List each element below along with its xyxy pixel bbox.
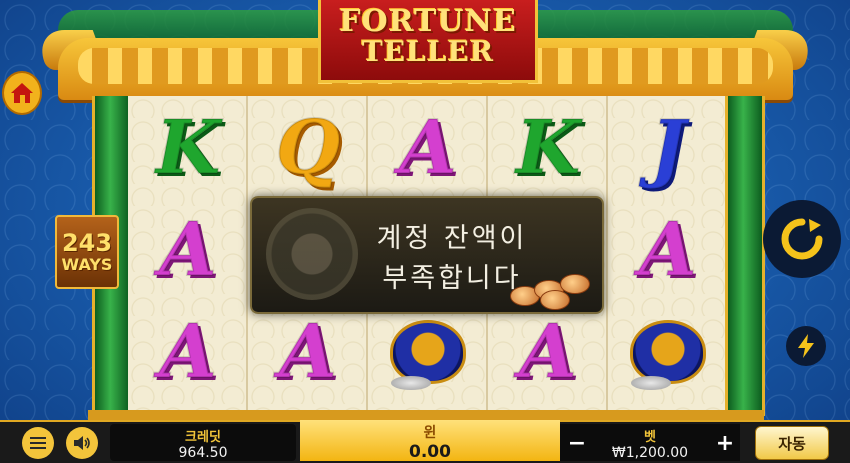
menu-button[interactable] <box>22 427 54 459</box>
ways-label: WAYS <box>61 255 113 274</box>
turbo-button[interactable] <box>786 326 826 366</box>
credit-label: 크레딧 <box>185 430 221 445</box>
credit-value: 964.50 <box>178 445 228 461</box>
win-value: 0.00 <box>409 442 451 462</box>
temple-floor <box>88 410 764 420</box>
symbol-k: K <box>155 104 221 192</box>
symbol-fortune-drum <box>373 302 483 402</box>
fortune-drum-icon <box>390 320 466 384</box>
reel-divider <box>246 96 248 416</box>
autoplay-button[interactable]: 자동 <box>755 426 829 460</box>
sound-button[interactable] <box>66 427 98 459</box>
symbol-a: A <box>158 206 217 294</box>
symbol-a: A <box>398 104 457 192</box>
spin-button[interactable] <box>763 200 841 278</box>
game-logo: FORTUNE TELLER <box>318 0 538 83</box>
coin-pile-icon <box>510 274 594 310</box>
speaker-icon <box>74 436 90 450</box>
pillar-right <box>725 96 765 416</box>
bet-increase-button[interactable]: + <box>710 427 740 459</box>
logo-line-2: TELLER <box>361 35 495 68</box>
symbol-a: A <box>278 308 337 396</box>
bet-value: ₩1,200.00 <box>611 445 689 461</box>
insufficient-balance-popup: 계정 잔액이 부족합니다 <box>250 196 604 314</box>
credit-display: 크레딧 964.50 <box>110 424 296 461</box>
menu-icon <box>30 437 46 449</box>
coins-icon <box>391 376 431 390</box>
home-button[interactable] <box>2 71 42 115</box>
win-display: 윈 0.00 <box>300 420 560 462</box>
popup-message-line-1: 계정 잔액이 <box>376 223 528 254</box>
bet-display: 벳 ₩1,200.00 <box>592 424 708 461</box>
reel-divider <box>606 96 608 416</box>
symbol-k: K <box>515 104 581 192</box>
spin-arrow-icon <box>781 218 823 260</box>
symbol-fortune-drum <box>613 302 723 402</box>
symbol-q: Q <box>275 104 341 192</box>
symbol-a: A <box>638 206 697 294</box>
logo-line-1: FORTUNE <box>339 4 517 39</box>
ways-number: 243 <box>61 229 113 257</box>
fortune-drum-icon <box>630 320 706 384</box>
ways-badge: 243 WAYS <box>55 215 119 289</box>
bet-decrease-button[interactable]: − <box>562 427 592 459</box>
lightning-icon <box>798 334 814 358</box>
symbol-a: A <box>158 308 217 396</box>
coins-icon <box>631 376 671 390</box>
symbol-j: J <box>649 104 686 192</box>
home-icon <box>11 83 33 103</box>
bet-label: 벳 <box>644 430 656 445</box>
win-label: 윈 <box>423 425 437 441</box>
symbol-a: A <box>518 308 577 396</box>
